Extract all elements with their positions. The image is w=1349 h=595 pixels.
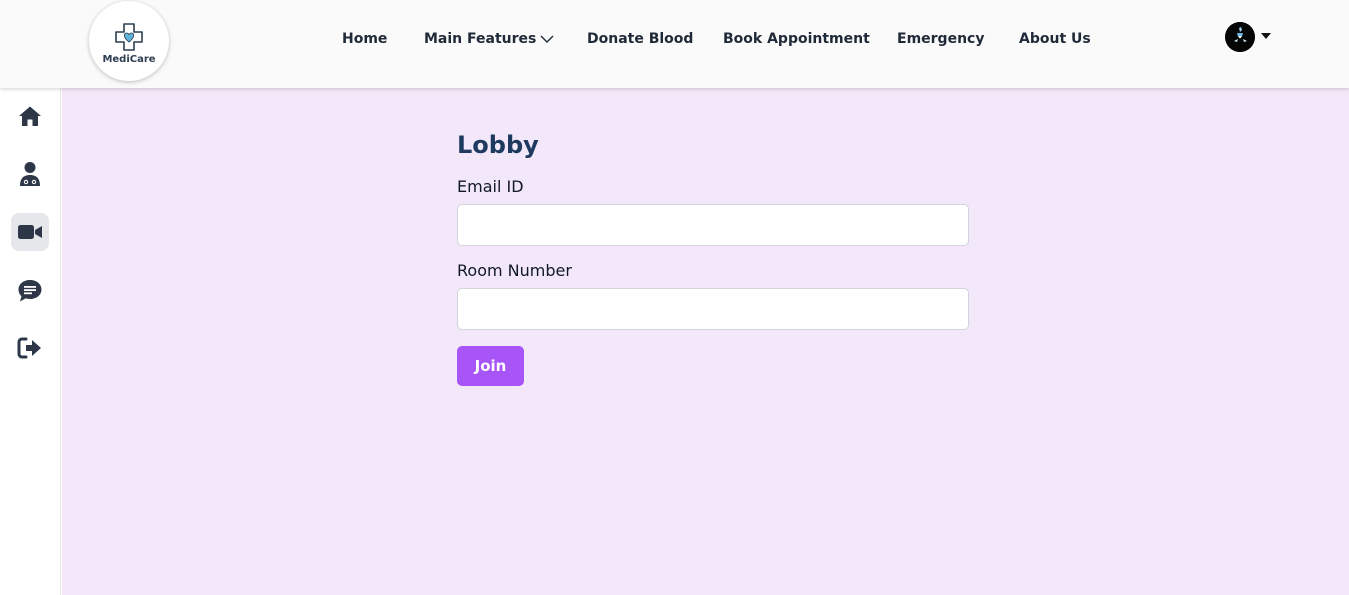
room-number-label: Room Number — [457, 261, 572, 280]
top-navbar: MediCare Home Main Features Donate Blood… — [0, 0, 1349, 88]
sidebar-item-doctor[interactable] — [11, 155, 49, 193]
logout-icon — [17, 337, 41, 359]
sidebar-item-home[interactable] — [11, 97, 49, 135]
user-avatar[interactable] — [1225, 22, 1255, 52]
home-icon — [19, 106, 41, 126]
join-button[interactable]: Join — [457, 346, 524, 386]
chevron-down-icon — [540, 35, 554, 43]
room-number-field[interactable] — [457, 288, 969, 330]
avatar-image — [1225, 22, 1255, 52]
nav-main-features-label: Main Features — [424, 31, 537, 47]
email-field[interactable] — [457, 204, 969, 246]
email-label: Email ID — [457, 177, 524, 196]
nav-home[interactable]: Home — [342, 31, 387, 47]
main-nav: Home Main Features Donate Blood Book App… — [0, 0, 1349, 80]
doctor-icon — [20, 162, 40, 186]
sidebar-item-chat[interactable] — [11, 272, 49, 310]
main-content: Lobby Email ID Room Number Join — [62, 88, 1349, 595]
lobby-form: Lobby Email ID Room Number Join — [457, 128, 969, 386]
caret-down-icon[interactable] — [1261, 33, 1271, 39]
nav-book-appointment[interactable]: Book Appointment — [723, 31, 870, 47]
nav-main-features[interactable]: Main Features — [424, 31, 554, 47]
nav-donate-blood[interactable]: Donate Blood — [587, 31, 693, 47]
chat-bubble-icon — [18, 280, 42, 302]
sidebar-item-video-call[interactable] — [11, 213, 49, 251]
video-camera-icon — [18, 225, 42, 239]
nav-emergency[interactable]: Emergency — [897, 31, 984, 47]
nav-about-us[interactable]: About Us — [1019, 31, 1091, 47]
sidebar-item-logout[interactable] — [11, 329, 49, 367]
page-title: Lobby — [457, 131, 539, 159]
sidebar — [0, 88, 61, 595]
